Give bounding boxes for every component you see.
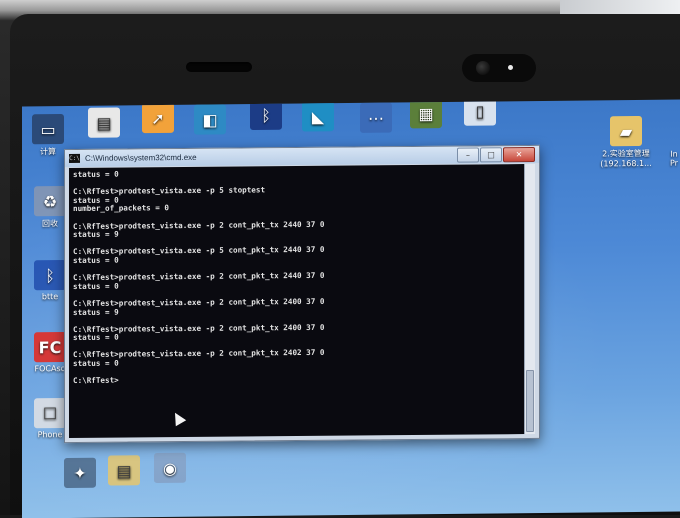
desktop-icon-tool[interactable]: ◣ xyxy=(296,101,340,133)
close-button[interactable]: ✕ xyxy=(503,146,535,163)
folder-icon: ▰ xyxy=(610,115,642,147)
desktop-icon-game[interactable]: ✦ xyxy=(58,457,102,490)
phone-icon: ☐ xyxy=(34,397,66,429)
app-icon: ◉ xyxy=(154,452,186,484)
desktop-icon-serial[interactable]: ⋯ xyxy=(354,102,398,135)
desktop-icon-label: 2.实验室管理 xyxy=(602,148,650,159)
bluetooth-icon: ᛒ xyxy=(34,259,66,291)
window-controls: – □ ✕ xyxy=(457,146,535,163)
desktop-icon-bluetooth-tool[interactable]: ᛒ xyxy=(244,99,288,132)
webcam-lens-icon xyxy=(476,61,490,75)
app-icon: ◧ xyxy=(194,104,226,135)
focas-icon: FC xyxy=(34,331,66,363)
recycle-bin-icon: ♻ xyxy=(34,185,66,217)
document-icon: ▤ xyxy=(88,107,120,138)
desktop-icon-file[interactable]: ▯ xyxy=(458,99,502,128)
scrollbar-thumb[interactable] xyxy=(526,369,534,433)
console-output[interactable]: status = 0 C:\RfTest>prodtest_vista.exe … xyxy=(69,164,525,439)
cmd-window[interactable]: C:\ C:\Windows\system32\cmd.exe – □ ✕ st… xyxy=(64,144,540,444)
speaker-slot xyxy=(186,62,252,72)
maximize-button[interactable]: □ xyxy=(480,147,502,163)
image-icon: ▦ xyxy=(410,99,442,129)
desktop-icon-label: Pr xyxy=(670,158,678,168)
webcam-module xyxy=(462,54,536,82)
desktop-icon-partial[interactable]: In Pr xyxy=(664,150,680,168)
tool-icon: ◣ xyxy=(302,101,334,132)
desktop-icon-app[interactable]: ◧ xyxy=(188,104,232,136)
desktop-icon-image[interactable]: ▦ xyxy=(404,99,448,131)
desktop-icon-shortcut[interactable]: ➚ xyxy=(136,102,180,135)
minimize-button[interactable]: – xyxy=(457,147,479,163)
desktop-icon-misc[interactable]: ◉ xyxy=(148,452,192,485)
desktop-icon-label: (192.168.1... xyxy=(600,158,652,169)
serial-port-icon: ⋯ xyxy=(360,102,392,133)
webcam-light-icon xyxy=(508,65,513,70)
arrow-shortcut-icon: ➚ xyxy=(142,102,174,134)
game-icon: ✦ xyxy=(64,457,96,489)
bluetooth-icon: ᛒ xyxy=(250,99,282,131)
computer-icon: ▭ xyxy=(32,114,64,145)
text-file-icon: ▤ xyxy=(108,455,140,486)
console-icon: C:\ xyxy=(69,153,80,164)
console-scrollbar[interactable] xyxy=(524,163,535,435)
desktop-icon-pdf[interactable]: ▤ xyxy=(82,107,126,139)
desktop-icon-lab-folder[interactable]: ▰ 2.实验室管理 (192.168.1... xyxy=(598,115,654,169)
file-icon: ▯ xyxy=(464,99,496,126)
desktop-icon-label: In xyxy=(670,149,678,159)
desktop-icon-text[interactable]: ▤ xyxy=(102,455,146,487)
window-title: C:\Windows\system32\cmd.exe xyxy=(85,152,197,163)
